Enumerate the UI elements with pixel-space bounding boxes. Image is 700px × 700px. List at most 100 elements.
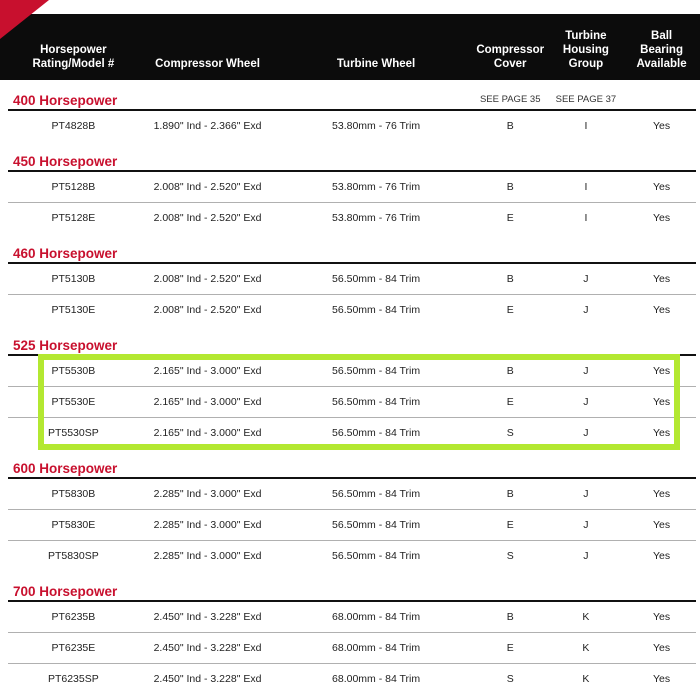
table-header-bar: Horsepower Rating/Model # Compressor Whe… (0, 0, 700, 80)
table-row: PT5530E 2.165" Ind - 3.000" Exd 56.50mm … (8, 386, 696, 417)
table-row: PT6235SP 2.450" Ind - 3.228" Exd 68.00mm… (8, 663, 696, 694)
cell-turbine-housing-group: I (545, 181, 628, 193)
horsepower-section: 460 Horsepower PT5130B 2.008" Ind - 2.52… (8, 243, 696, 325)
section-header-row: 400 Horsepower SEE PAGE 35 SEE PAGE 37 (8, 90, 696, 111)
see-page-note (476, 350, 545, 354)
cell-ball-bearing: Yes (627, 120, 696, 132)
cell-turbine-housing-group: K (545, 673, 628, 685)
see-page-note (545, 166, 628, 170)
section-rows: PT5530B 2.165" Ind - 3.000" Exd 56.50mm … (8, 356, 696, 448)
cell-compressor-wheel: 2.285" Ind - 3.000" Exd (139, 519, 277, 531)
section-title: 400 Horsepower (8, 93, 476, 109)
see-page-note: SEE PAGE 37 (545, 94, 628, 109)
cell-turbine-housing-group: J (545, 519, 628, 531)
cell-turbine-wheel: 56.50mm - 84 Trim (276, 427, 476, 439)
cell-compressor-cover: E (476, 212, 545, 224)
see-page-note (545, 596, 628, 600)
column-header-turbine-housing-group: Turbine Housing Group (545, 29, 628, 71)
see-page-note (476, 258, 545, 262)
column-headers: Horsepower Rating/Model # Compressor Whe… (8, 0, 696, 80)
cell-turbine-wheel: 68.00mm - 84 Trim (276, 673, 476, 685)
cell-compressor-wheel: 2.008" Ind - 2.520" Exd (139, 212, 277, 224)
see-page-note: SEE PAGE 35 (476, 94, 545, 109)
column-header-turbine-wheel: Turbine Wheel (276, 57, 476, 71)
cell-ball-bearing: Yes (627, 273, 696, 285)
cell-compressor-wheel: 2.450" Ind - 3.228" Exd (139, 673, 277, 685)
table-row: PT5130E 2.008" Ind - 2.520" Exd 56.50mm … (8, 294, 696, 325)
column-header-ball-bearing: Ball Bearing Available (627, 29, 696, 71)
cell-ball-bearing: Yes (627, 304, 696, 316)
cell-turbine-wheel: 56.50mm - 84 Trim (276, 519, 476, 531)
cell-turbine-wheel: 68.00mm - 84 Trim (276, 642, 476, 654)
section-rows: PT5130B 2.008" Ind - 2.520" Exd 56.50mm … (8, 264, 696, 325)
cell-turbine-housing-group: K (545, 642, 628, 654)
section-header-row: 450 Horsepower (8, 151, 696, 172)
cell-model-number: PT6235B (8, 611, 139, 623)
section-title: 700 Horsepower (8, 584, 476, 600)
cell-compressor-wheel: 2.165" Ind - 3.000" Exd (139, 365, 277, 377)
cell-ball-bearing: Yes (627, 519, 696, 531)
cell-ball-bearing: Yes (627, 427, 696, 439)
cell-compressor-wheel: 2.008" Ind - 2.520" Exd (139, 304, 277, 316)
cell-model-number: PT6235E (8, 642, 139, 654)
see-page-note (476, 166, 545, 170)
cell-turbine-housing-group: J (545, 427, 628, 439)
cell-compressor-wheel: 2.165" Ind - 3.000" Exd (139, 396, 277, 408)
cell-turbine-housing-group: I (545, 120, 628, 132)
cell-compressor-wheel: 2.008" Ind - 2.520" Exd (139, 273, 277, 285)
cell-model-number: PT5830E (8, 519, 139, 531)
cell-ball-bearing: Yes (627, 673, 696, 685)
see-page-note (476, 473, 545, 477)
horsepower-section: 600 Horsepower PT5830B 2.285" Ind - 3.00… (8, 458, 696, 571)
cell-compressor-wheel: 2.008" Ind - 2.520" Exd (139, 181, 277, 193)
cell-model-number: PT5130E (8, 304, 139, 316)
cell-model-number: PT5830B (8, 488, 139, 500)
cell-compressor-cover: E (476, 396, 545, 408)
see-page-note (545, 258, 628, 262)
cell-ball-bearing: Yes (627, 396, 696, 408)
cell-compressor-cover: B (476, 120, 545, 132)
cell-compressor-wheel: 2.450" Ind - 3.228" Exd (139, 642, 277, 654)
see-page-note (545, 350, 628, 354)
cell-turbine-housing-group: I (545, 212, 628, 224)
table-row: PT5128B 2.008" Ind - 2.520" Exd 53.80mm … (8, 172, 696, 202)
cell-turbine-wheel: 53.80mm - 76 Trim (276, 212, 476, 224)
cell-turbine-housing-group: J (545, 304, 628, 316)
cell-turbine-wheel: 56.50mm - 84 Trim (276, 273, 476, 285)
table-row: PT5830B 2.285" Ind - 3.000" Exd 56.50mm … (8, 479, 696, 509)
cell-model-number: PT5530SP (8, 427, 139, 439)
cell-compressor-cover: E (476, 304, 545, 316)
cell-turbine-wheel: 53.80mm - 76 Trim (276, 120, 476, 132)
section-title: 600 Horsepower (8, 461, 476, 477)
cell-turbine-wheel: 56.50mm - 84 Trim (276, 365, 476, 377)
table-row: PT6235E 2.450" Ind - 3.228" Exd 68.00mm … (8, 632, 696, 663)
cell-turbine-housing-group: J (545, 396, 628, 408)
cell-compressor-cover: B (476, 181, 545, 193)
table-row: PT5830E 2.285" Ind - 3.000" Exd 56.50mm … (8, 509, 696, 540)
cell-compressor-wheel: 2.165" Ind - 3.000" Exd (139, 427, 277, 439)
cell-compressor-cover: E (476, 642, 545, 654)
section-header-row: 700 Horsepower (8, 581, 696, 602)
column-header-model: Horsepower Rating/Model # (8, 43, 139, 71)
column-header-compressor-cover: Compressor Cover (476, 43, 545, 71)
cell-ball-bearing: Yes (627, 550, 696, 562)
catalog-page: Horsepower Rating/Model # Compressor Whe… (0, 0, 700, 700)
cell-ball-bearing: Yes (627, 642, 696, 654)
cell-turbine-wheel: 68.00mm - 84 Trim (276, 611, 476, 623)
section-header-row: 460 Horsepower (8, 243, 696, 264)
section-rows: PT4828B 1.890" Ind - 2.366" Exd 53.80mm … (8, 111, 696, 141)
cell-turbine-wheel: 56.50mm - 84 Trim (276, 396, 476, 408)
cell-turbine-housing-group: K (545, 611, 628, 623)
cell-compressor-cover: S (476, 550, 545, 562)
cell-turbine-housing-group: J (545, 273, 628, 285)
column-header-compressor-wheel: Compressor Wheel (139, 57, 277, 71)
cell-compressor-cover: B (476, 488, 545, 500)
cell-model-number: PT5128E (8, 212, 139, 224)
cell-model-number: PT5128B (8, 181, 139, 193)
cell-model-number: PT5530B (8, 365, 139, 377)
table-row: PT5530SP 2.165" Ind - 3.000" Exd 56.50mm… (8, 417, 696, 448)
cell-compressor-cover: B (476, 365, 545, 377)
cell-model-number: PT5130B (8, 273, 139, 285)
section-header-row: 600 Horsepower (8, 458, 696, 479)
cell-ball-bearing: Yes (627, 181, 696, 193)
